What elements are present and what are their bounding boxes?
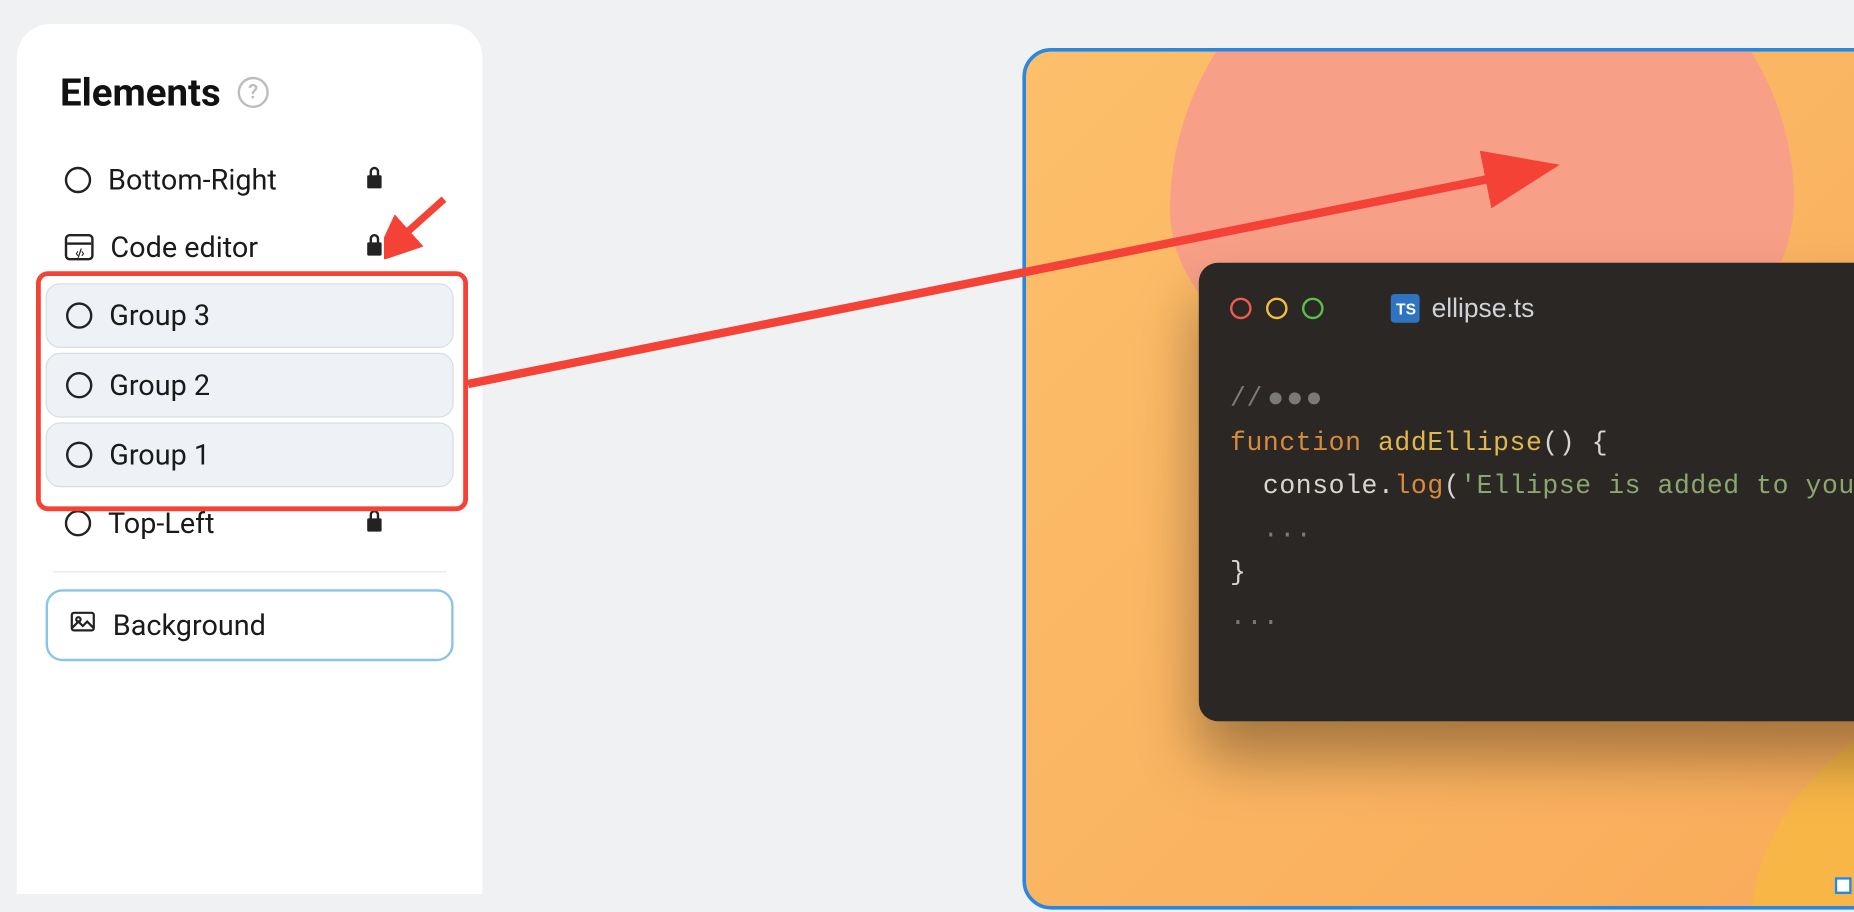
layer-label: Group 3 [109, 299, 210, 333]
background-row[interactable]: Background [46, 589, 454, 661]
layer-label: Top-Left [108, 506, 215, 540]
layer-label: Bottom-Right [108, 163, 277, 197]
circle-icon [66, 372, 92, 398]
layer-label: Code editor [110, 230, 258, 264]
layer-label: Group 2 [109, 368, 210, 402]
circle-icon [65, 167, 91, 193]
layer-label: Group 1 [109, 438, 210, 472]
typescript-icon: TS [1391, 294, 1420, 323]
divider [53, 571, 447, 572]
layer-top-left[interactable]: Top-Left [46, 492, 454, 554]
circle-icon [65, 510, 91, 536]
traffic-yellow-icon[interactable] [1266, 298, 1288, 320]
file-name: ellipse.ts [1432, 287, 1535, 331]
canvas-resize-handle[interactable] [1835, 877, 1852, 894]
layer-code-editor[interactable]: Code editor [46, 216, 454, 278]
traffic-red-icon[interactable] [1230, 298, 1252, 320]
circle-icon [66, 302, 92, 328]
elements-panel: Elements ? Bottom-Right Code editor Grou… [17, 24, 483, 894]
canvas[interactable]: TS ellipse.ts // function addEllipse() {… [1022, 48, 1854, 910]
help-icon[interactable]: ? [238, 77, 269, 108]
code-editor-card[interactable]: TS ellipse.ts // function addEllipse() {… [1199, 263, 1854, 721]
lock-icon[interactable] [365, 230, 384, 264]
panel-title: Elements [60, 70, 221, 116]
circle-icon [66, 442, 92, 468]
traffic-lights: TS ellipse.ts [1230, 287, 1854, 331]
lock-icon[interactable] [365, 506, 384, 540]
file-tab[interactable]: TS ellipse.ts [1391, 287, 1535, 331]
code-editor-icon [65, 234, 94, 260]
layer-group-3[interactable]: Group 3 [46, 283, 454, 348]
layer-bottom-right[interactable]: Bottom-Right [46, 149, 454, 211]
traffic-green-icon[interactable] [1302, 298, 1324, 320]
image-icon [70, 608, 96, 642]
layer-group-2[interactable]: Group 2 [46, 353, 454, 418]
code-body: // function addEllipse() { console.log('… [1230, 378, 1854, 639]
lock-icon[interactable] [365, 163, 384, 197]
background-label: Background [113, 608, 266, 642]
layer-group-1[interactable]: Group 1 [46, 422, 454, 487]
